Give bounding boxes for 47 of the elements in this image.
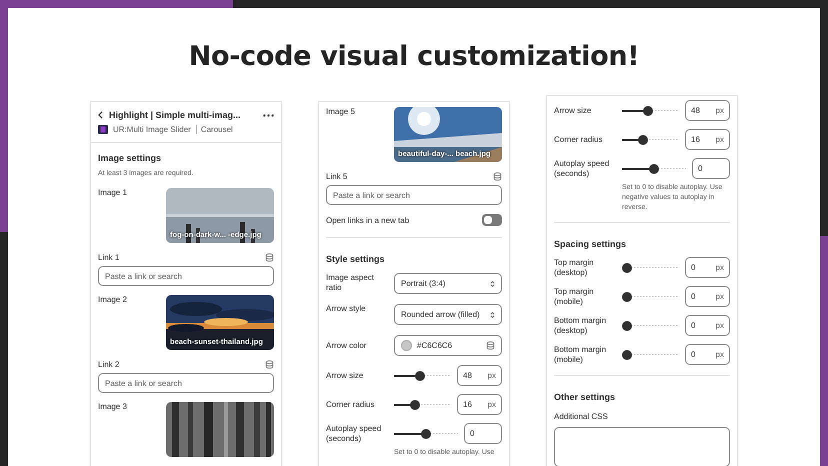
field-label: Image 3	[98, 402, 128, 412]
link-field[interactable]: Paste a link or search	[98, 373, 274, 393]
field-label: Image aspect ratio	[326, 273, 376, 293]
number-field[interactable]: 0	[692, 158, 730, 179]
number-field[interactable]: 16 px	[457, 394, 502, 415]
field-label: Top margin (desktop)	[554, 258, 595, 278]
section-title: Image settings	[98, 152, 162, 165]
field-label: Bottom margin (mobile)	[554, 344, 608, 364]
field-label: Link 5	[326, 172, 348, 181]
section-title: Spacing settings	[554, 238, 628, 251]
number-field[interactable]: 16 px	[685, 129, 730, 150]
select-field[interactable]: Rounded arrow (filled)	[394, 304, 502, 325]
field-label: Autoplay speed (seconds)	[554, 158, 610, 178]
field-label: Image 2	[98, 295, 128, 305]
section-title: Other settings	[554, 391, 616, 404]
field-label: Bottom margin (desktop)	[554, 316, 608, 336]
field-label: Image 1	[98, 188, 128, 198]
link-field[interactable]: Paste a link or search	[98, 266, 274, 286]
block-type: Carousel	[196, 125, 233, 134]
color-value: #C6C6C6	[417, 341, 454, 350]
section-title: Style settings	[326, 253, 386, 266]
field-label: Arrow size	[326, 370, 364, 380]
number-field[interactable]: 0 px	[685, 344, 730, 365]
field-label: Open links in a new tab	[326, 216, 410, 224]
number-field[interactable]: 0	[464, 423, 502, 444]
number-field[interactable]: 0 px	[685, 286, 730, 307]
field-label: Arrow size	[554, 106, 592, 116]
field-label: Top margin (mobile)	[554, 286, 595, 306]
app-name: UR:Multi Image Slider	[113, 125, 191, 134]
field-label: Autoplay speed (seconds)	[326, 424, 382, 444]
field-label: Link 1	[98, 253, 120, 262]
field-label: Image 5	[326, 107, 356, 117]
field-label: Corner radius	[554, 134, 604, 144]
color-field[interactable]: #C6C6C6	[394, 335, 502, 356]
field-label: Arrow style	[326, 304, 367, 314]
field-label: Link 2	[98, 360, 120, 369]
slide-title: No-code visual customization!	[188, 40, 640, 74]
number-field[interactable]: 48 px	[457, 365, 502, 386]
number-field[interactable]: 0 px	[685, 257, 730, 278]
link-field[interactable]: Paste a link or search	[326, 185, 502, 205]
field-label: Additional CSS	[554, 411, 609, 423]
field-label: Corner radius	[326, 400, 376, 410]
number-field[interactable]: 48 px	[685, 100, 730, 121]
field-label: Arrow color	[326, 340, 368, 350]
select-field[interactable]: Portrait (3:4)	[394, 273, 502, 294]
panel-title: Highlight | Simple multi-imag...	[109, 110, 242, 120]
number-field[interactable]: 0 px	[685, 315, 730, 336]
